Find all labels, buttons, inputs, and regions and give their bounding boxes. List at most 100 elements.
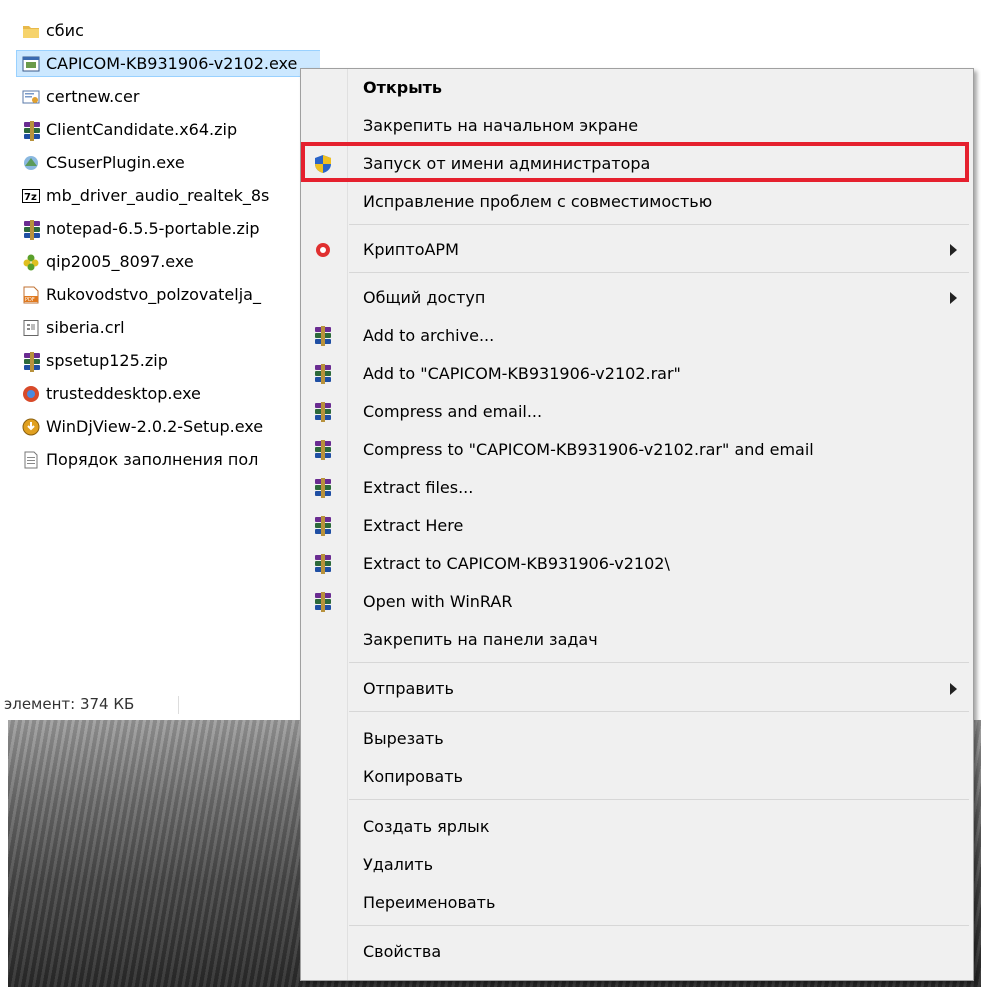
file-item-windjview[interactable]: WinDjView-2.0.2-Setup.exe bbox=[0, 410, 320, 443]
file-item-rukovodstvo[interactable]: PDF Rukovodstvo_polzovatelja_ bbox=[0, 278, 320, 311]
menu-item-extract-files[interactable]: Extract files... bbox=[301, 471, 973, 505]
folder-icon bbox=[22, 22, 40, 40]
file-item-sbis[interactable]: сбис bbox=[0, 14, 320, 47]
certificate-icon bbox=[22, 88, 40, 106]
menu-item-label: Исправление проблем с совместимостью bbox=[363, 192, 713, 211]
file-item-clientcandidate[interactable]: ClientCandidate.x64.zip bbox=[0, 113, 320, 146]
status-text: элемент: 374 КБ bbox=[4, 695, 135, 713]
menu-item-cut[interactable]: Вырезать bbox=[301, 722, 973, 756]
uac-shield-icon bbox=[313, 154, 333, 174]
menu-item-pin-start[interactable]: Закрепить на начальном экране bbox=[301, 109, 973, 143]
menu-item-properties[interactable]: Свойства bbox=[301, 935, 973, 969]
submenu-arrow-icon bbox=[950, 292, 957, 304]
menu-separator bbox=[349, 224, 969, 225]
menu-item-share[interactable]: Общий доступ bbox=[301, 281, 973, 315]
text-document-icon bbox=[22, 451, 40, 469]
winrar-archive-icon bbox=[22, 351, 40, 372]
menu-item-label: Создать ярлык bbox=[363, 817, 490, 836]
winrar-archive-icon bbox=[22, 120, 40, 141]
file-item-capicom[interactable]: CAPICOM-KB931906-v2102.exe bbox=[0, 47, 320, 80]
svg-text:7z: 7z bbox=[24, 192, 37, 203]
menu-item-label: Add to archive... bbox=[363, 326, 495, 345]
winrar-icon bbox=[313, 364, 333, 384]
file-item-spsetup[interactable]: spsetup125.zip bbox=[0, 344, 320, 377]
file-item-poryadok[interactable]: Порядок заполнения пол bbox=[0, 443, 320, 476]
menu-item-label: Extract Here bbox=[363, 516, 464, 535]
menu-item-label: Удалить bbox=[363, 855, 433, 874]
menu-item-label: Открыть bbox=[363, 78, 443, 97]
menu-item-label: Закрепить на начальном экране bbox=[363, 116, 639, 135]
menu-item-label: Копировать bbox=[363, 767, 463, 786]
file-name: ClientCandidate.x64.zip bbox=[46, 120, 238, 139]
menu-item-label: Compress and email... bbox=[363, 402, 543, 421]
winrar-icon bbox=[313, 402, 333, 422]
submenu-arrow-icon bbox=[950, 683, 957, 695]
menu-item-pin-taskbar[interactable]: Закрепить на панели задач bbox=[301, 623, 973, 657]
file-name: trusteddesktop.exe bbox=[46, 384, 201, 403]
menu-item-delete[interactable]: Удалить bbox=[301, 848, 973, 882]
file-name: qip2005_8097.exe bbox=[46, 252, 194, 271]
file-item-mb-driver[interactable]: 7z mb_driver_audio_realtek_8s bbox=[0, 179, 320, 212]
winrar-icon bbox=[313, 516, 333, 536]
menu-item-send-to[interactable]: Отправить bbox=[301, 672, 973, 706]
file-item-siberia[interactable]: siberia.crl bbox=[0, 311, 320, 344]
menu-item-run-as-admin[interactable]: Запуск от имени администратора bbox=[301, 147, 973, 181]
cryptoarm-icon bbox=[313, 240, 333, 260]
menu-item-cryptoarm[interactable]: КриптоАРМ bbox=[301, 233, 973, 267]
menu-item-compatibility[interactable]: Исправление проблем с совместимостью bbox=[301, 185, 973, 219]
menu-item-add-to-archive[interactable]: Add to archive... bbox=[301, 319, 973, 353]
menu-item-label: Open with WinRAR bbox=[363, 592, 513, 611]
menu-item-compress-rar-email[interactable]: Compress to "CAPICOM-KB931906-v2102.rar"… bbox=[301, 433, 973, 467]
file-item-qip[interactable]: qip2005_8097.exe bbox=[0, 245, 320, 278]
file-name: Rukovodstvo_polzovatelja_ bbox=[46, 285, 261, 304]
menu-item-label: Вырезать bbox=[363, 729, 444, 748]
plugin-exe-icon bbox=[22, 154, 40, 172]
menu-separator bbox=[349, 272, 969, 273]
menu-item-add-to-rar[interactable]: Add to "CAPICOM-KB931906-v2102.rar" bbox=[301, 357, 973, 391]
status-bar: элемент: 374 КБ bbox=[0, 690, 320, 718]
menu-item-label: Свойства bbox=[363, 942, 442, 961]
menu-item-compress-email[interactable]: Compress and email... bbox=[301, 395, 973, 429]
7zip-archive-icon: 7z bbox=[22, 187, 40, 205]
windjview-setup-icon bbox=[22, 418, 40, 436]
file-name: CSuserPlugin.exe bbox=[46, 153, 185, 172]
file-item-certnew[interactable]: certnew.cer bbox=[0, 80, 320, 113]
menu-item-label: КриптоАРМ bbox=[363, 240, 459, 259]
file-name: сбис bbox=[46, 21, 84, 40]
menu-separator bbox=[349, 662, 969, 663]
file-name: Порядок заполнения пол bbox=[46, 450, 259, 469]
menu-item-create-shortcut[interactable]: Создать ярлык bbox=[301, 810, 973, 844]
menu-item-extract-here[interactable]: Extract Here bbox=[301, 509, 973, 543]
file-item-notepad[interactable]: notepad-6.5.5-portable.zip bbox=[0, 212, 320, 245]
menu-item-rename[interactable]: Переименовать bbox=[301, 886, 973, 920]
installer-exe-icon bbox=[22, 55, 40, 73]
menu-item-open[interactable]: Открыть bbox=[301, 71, 973, 105]
qip-flower-icon bbox=[22, 253, 40, 271]
menu-separator bbox=[349, 799, 969, 800]
file-name: WinDjView-2.0.2-Setup.exe bbox=[46, 417, 264, 436]
file-name: mb_driver_audio_realtek_8s bbox=[46, 186, 270, 205]
menu-item-label: Запуск от имени администратора bbox=[363, 154, 651, 173]
menu-item-label: Extract to CAPICOM-KB931906-v2102\ bbox=[363, 554, 670, 573]
file-name: certnew.cer bbox=[46, 87, 140, 106]
menu-item-label: Закрепить на панели задач bbox=[363, 630, 598, 649]
pdf-icon: PDF bbox=[22, 286, 40, 304]
file-name: notepad-6.5.5-portable.zip bbox=[46, 219, 260, 238]
menu-item-label: Отправить bbox=[363, 679, 454, 698]
menu-item-copy[interactable]: Копировать bbox=[301, 760, 973, 794]
winrar-icon bbox=[313, 592, 333, 612]
menu-item-open-winrar[interactable]: Open with WinRAR bbox=[301, 585, 973, 619]
file-name: spsetup125.zip bbox=[46, 351, 168, 370]
menu-item-label: Extract files... bbox=[363, 478, 474, 497]
file-item-csuserplugin[interactable]: CSuserPlugin.exe bbox=[0, 146, 320, 179]
winrar-icon bbox=[313, 440, 333, 460]
file-name: siberia.crl bbox=[46, 318, 125, 337]
menu-separator bbox=[349, 925, 969, 926]
menu-item-extract-to[interactable]: Extract to CAPICOM-KB931906-v2102\ bbox=[301, 547, 973, 581]
winrar-icon bbox=[313, 478, 333, 498]
file-list: сбис CAPICOM-KB931906-v2102.exe certnew.… bbox=[0, 14, 320, 476]
menu-separator bbox=[349, 711, 969, 712]
file-item-trusteddesktop[interactable]: trusteddesktop.exe bbox=[0, 377, 320, 410]
submenu-arrow-icon bbox=[950, 244, 957, 256]
file-name: CAPICOM-KB931906-v2102.exe bbox=[46, 54, 298, 73]
